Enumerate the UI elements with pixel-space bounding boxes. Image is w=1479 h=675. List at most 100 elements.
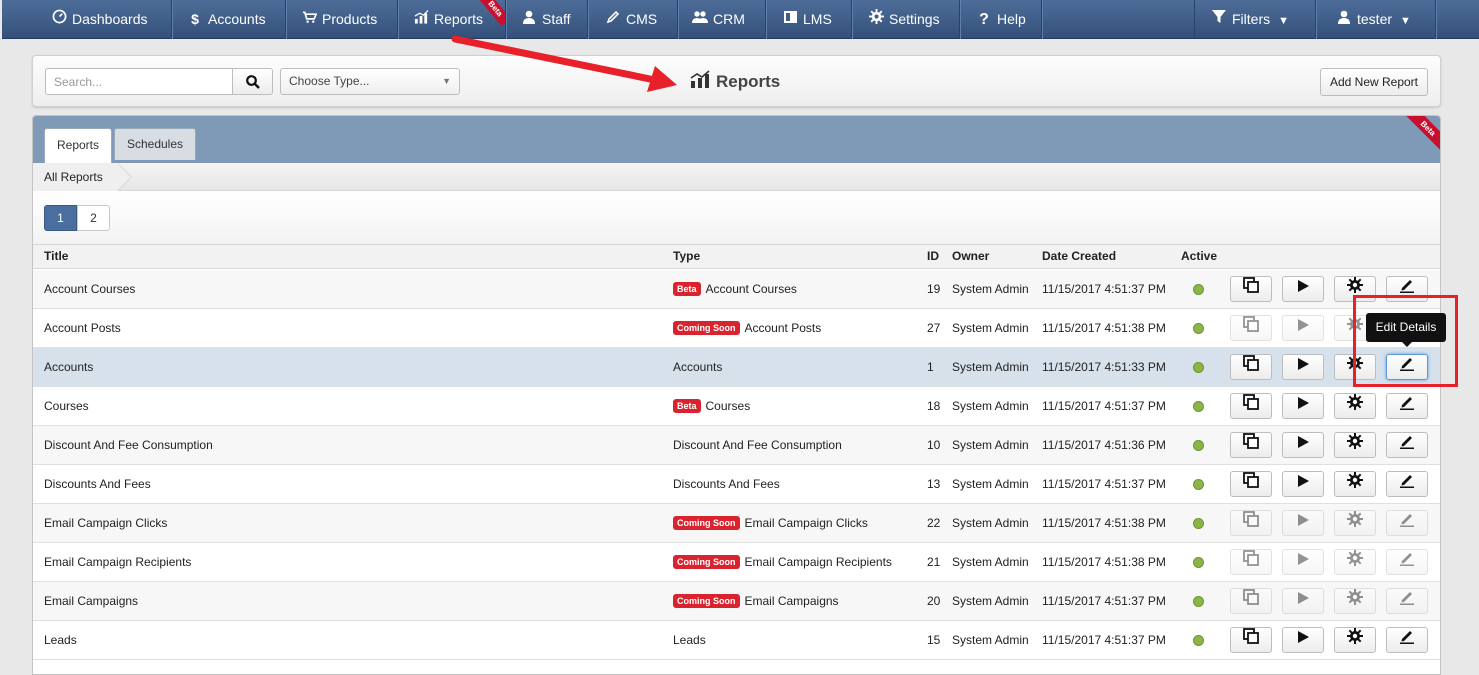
row-title[interactable]: Courses	[44, 387, 89, 425]
nav-settings[interactable]: Settings	[852, 0, 960, 39]
run-report-button[interactable]	[1282, 315, 1324, 341]
active-status-dot	[1193, 596, 1204, 607]
nav-dashboards[interactable]: Dashboards	[36, 0, 172, 39]
annotation-highlight-box	[1353, 295, 1458, 387]
user-menu[interactable]: tester ▼	[1316, 0, 1436, 39]
table-row[interactable]: Account Posts Coming Soon Account Posts 27 S…	[33, 309, 1440, 348]
row-title[interactable]: Discounts And Fees	[44, 465, 151, 503]
search-input[interactable]	[45, 68, 233, 95]
report-settings-button[interactable]	[1334, 588, 1376, 614]
tab-schedules[interactable]: Schedules	[114, 128, 196, 160]
table-row[interactable]: Email Campaigns Coming Soon Email Campaign…	[33, 582, 1440, 621]
nav-reports[interactable]: Reports Beta	[398, 0, 506, 39]
column-header-type[interactable]: Type	[673, 245, 700, 268]
pagination: 1 2	[33, 192, 1440, 244]
edit-details-button[interactable]	[1386, 549, 1428, 575]
duplicate-button[interactable]	[1230, 354, 1272, 380]
row-id: 18	[927, 399, 941, 413]
nav-help[interactable]: ? Help	[960, 0, 1042, 39]
row-type-cell: Coming Soon Account Posts	[673, 309, 821, 347]
type-select[interactable]: Choose Type... ▼	[280, 68, 460, 95]
row-type: Discount And Fee Consumption	[673, 438, 842, 452]
duplicate-button[interactable]	[1230, 315, 1272, 341]
table-row[interactable]: Account Courses Beta Account Courses 19 Syst…	[33, 270, 1440, 309]
nav-label-dashboards: Dashboards	[72, 11, 148, 27]
report-settings-button[interactable]	[1334, 627, 1376, 653]
report-settings-button[interactable]	[1334, 393, 1376, 419]
row-title[interactable]: Discount And Fee Consumption	[44, 426, 213, 464]
table-row[interactable]: Email Campaign Clicks Coming Soon Email Ca…	[33, 504, 1440, 543]
row-title[interactable]: Email Campaign Clicks	[44, 504, 167, 542]
run-report-button[interactable]	[1282, 471, 1324, 497]
run-report-button[interactable]	[1282, 393, 1324, 419]
nav-cms[interactable]: CMS	[588, 0, 678, 39]
nav-beta-badge: Beta	[479, 0, 505, 26]
row-owner: System Admin	[952, 321, 1029, 335]
column-header-id[interactable]: ID	[927, 245, 939, 268]
nav-staff[interactable]: Staff	[506, 0, 588, 39]
row-title[interactable]: Account Posts	[44, 309, 121, 347]
copy-icon	[1243, 465, 1259, 503]
page-button-2[interactable]: 2	[77, 205, 110, 231]
report-settings-button[interactable]	[1334, 432, 1376, 458]
report-settings-button[interactable]	[1334, 471, 1376, 497]
table-row[interactable]: Discount And Fee Consumption Discount And…	[33, 426, 1440, 465]
filters-menu[interactable]: Filters ▼	[1194, 0, 1316, 39]
run-report-button[interactable]	[1282, 588, 1324, 614]
duplicate-button[interactable]	[1230, 588, 1272, 614]
run-report-button[interactable]	[1282, 627, 1324, 653]
tab-reports[interactable]: Reports	[44, 128, 112, 163]
table-header: Title Type ID Owner Date Created Active	[33, 244, 1440, 269]
column-header-title[interactable]: Title	[44, 245, 68, 268]
table-row[interactable]: Email Campaign Recipients Coming Soon Emai…	[33, 543, 1440, 582]
run-report-button[interactable]	[1282, 354, 1324, 380]
table-row[interactable]: Leads Leads 15 System Admin 11/15/2017 4:51:…	[33, 621, 1440, 660]
column-header-owner[interactable]: Owner	[952, 245, 989, 268]
edit-details-button[interactable]	[1386, 588, 1428, 614]
type-select-value: Choose Type...	[289, 74, 370, 88]
report-settings-button[interactable]	[1334, 549, 1376, 575]
duplicate-button[interactable]	[1230, 549, 1272, 575]
edit-details-button[interactable]	[1386, 627, 1428, 653]
column-header-active[interactable]: Active	[1181, 245, 1217, 268]
duplicate-button[interactable]	[1230, 393, 1272, 419]
row-title[interactable]: Accounts	[44, 348, 93, 386]
add-new-report-button[interactable]: Add New Report	[1320, 68, 1428, 96]
table-row[interactable]: Discounts And Fees Discounts And Fees 13 Sy…	[33, 465, 1440, 504]
table-row[interactable]: Courses Beta Courses 18 System Admin 11/15/20…	[33, 387, 1440, 426]
duplicate-button[interactable]	[1230, 510, 1272, 536]
page-button-1[interactable]: 1	[44, 205, 77, 231]
run-report-button[interactable]	[1282, 510, 1324, 536]
run-report-button[interactable]	[1282, 432, 1324, 458]
run-report-button[interactable]	[1282, 549, 1324, 575]
row-title[interactable]: Leads	[44, 621, 77, 659]
row-date-created: 11/15/2017 4:51:38 PM	[1042, 555, 1166, 569]
coming-soon-badge: Coming Soon	[673, 555, 740, 569]
row-id: 1	[927, 360, 934, 374]
play-icon	[1296, 348, 1310, 386]
edit-details-button[interactable]	[1386, 471, 1428, 497]
nav-products[interactable]: Products	[286, 0, 398, 39]
edit-details-button[interactable]	[1386, 432, 1428, 458]
row-title[interactable]: Account Courses	[44, 270, 135, 308]
row-date-created: 11/15/2017 4:51:38 PM	[1042, 516, 1166, 530]
duplicate-button[interactable]	[1230, 627, 1272, 653]
nav-crm[interactable]: CRM	[678, 0, 766, 39]
breadcrumb-all-reports[interactable]: All Reports	[33, 163, 132, 191]
nav-accounts[interactable]: $ Accounts	[172, 0, 286, 39]
table-row[interactable]: Accounts Accounts 1 System Admin 11/15/2017 …	[33, 348, 1440, 387]
row-title[interactable]: Email Campaigns	[44, 582, 138, 620]
duplicate-button[interactable]	[1230, 432, 1272, 458]
dashboard-icon	[51, 0, 67, 39]
search-button[interactable]	[232, 68, 273, 95]
column-header-date-created[interactable]: Date Created	[1042, 245, 1116, 268]
edit-details-button[interactable]	[1386, 393, 1428, 419]
duplicate-button[interactable]	[1230, 471, 1272, 497]
run-report-button[interactable]	[1282, 276, 1324, 302]
edit-details-button[interactable]	[1386, 510, 1428, 536]
report-settings-button[interactable]	[1334, 510, 1376, 536]
nav-lms[interactable]: LMS	[766, 0, 852, 39]
duplicate-button[interactable]	[1230, 276, 1272, 302]
nav-label-crm: CRM	[713, 11, 745, 27]
row-title[interactable]: Email Campaign Recipients	[44, 543, 191, 581]
